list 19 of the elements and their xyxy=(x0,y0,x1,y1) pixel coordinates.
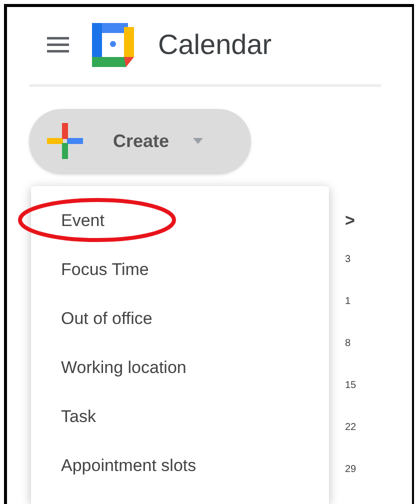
menu-item[interactable]: Working location xyxy=(61,354,186,380)
menu-icon[interactable] xyxy=(47,37,69,54)
dropdown-caret-icon xyxy=(193,138,204,144)
calendar-date[interactable]: 8 xyxy=(345,336,356,378)
calendar-date[interactable]: 3 xyxy=(345,252,356,294)
calendar-date[interactable]: 29 xyxy=(345,462,356,504)
app-title: Calendar xyxy=(158,28,272,62)
calendar-logo-icon xyxy=(92,23,134,68)
calendar-date[interactable]: 1 xyxy=(345,294,356,336)
next-month-button[interactable]: > xyxy=(345,208,356,252)
menu-item[interactable]: Appointment slots xyxy=(61,452,196,478)
calendar-date[interactable]: 22 xyxy=(345,420,356,462)
plus-icon xyxy=(47,123,83,160)
create-button[interactable]: Create xyxy=(29,108,251,174)
calendar-date[interactable]: 15 xyxy=(345,378,356,420)
menu-item[interactable]: Out of office xyxy=(61,306,152,332)
menu-item[interactable]: Task xyxy=(61,404,96,430)
menu-item[interactable]: Event xyxy=(61,208,104,234)
menu-item[interactable]: Focus Time xyxy=(61,256,149,282)
